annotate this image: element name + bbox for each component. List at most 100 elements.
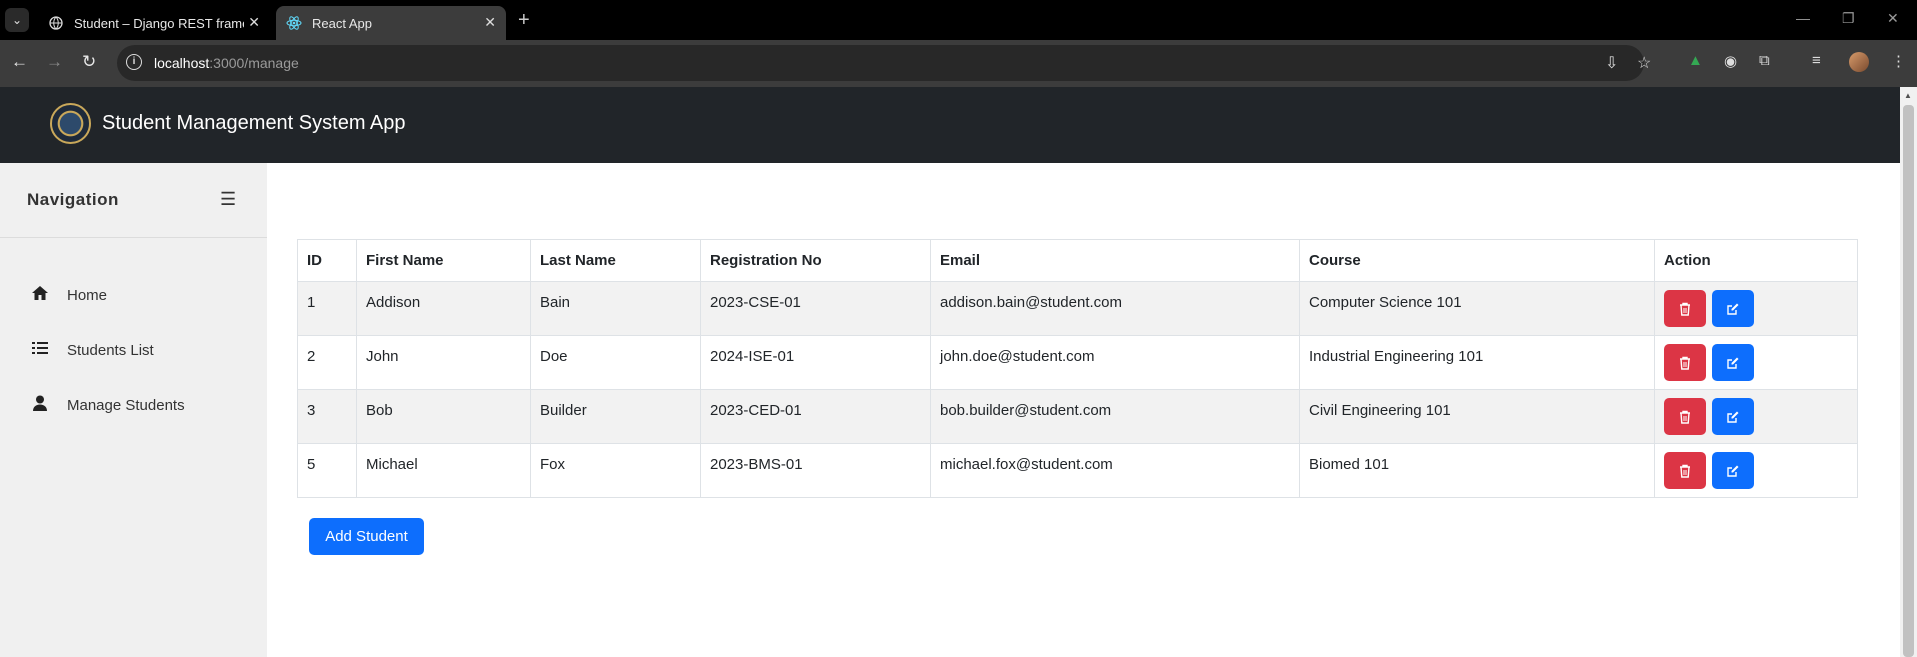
delete-button[interactable] [1664,398,1706,435]
react-icon [286,15,302,31]
edit-icon [1727,465,1739,477]
list-icon [30,341,50,359]
delete-button[interactable] [1664,452,1706,489]
cell-registration: 2023-BMS-01 [700,443,931,498]
students-table: ID First Name Last Name Registration No … [297,239,1858,498]
edit-icon [1727,411,1739,423]
sidebar-item-manage-students[interactable]: Manage Students [30,393,185,417]
cell-registration: 2023-CED-01 [700,389,931,444]
cell-action [1654,389,1858,444]
delete-button[interactable] [1664,344,1706,381]
app-title: Student Management System App [102,112,406,134]
cell-last-name: Fox [530,443,701,498]
edit-button[interactable] [1712,344,1754,381]
table-header-row: ID First Name Last Name Registration No … [297,239,1858,282]
cell-email: john.doe@student.com [930,335,1300,390]
edit-button[interactable] [1712,452,1754,489]
url-host: localhost [154,55,210,71]
url-text[interactable]: localhost:3000/manage [154,55,299,71]
sidebar-item-label: Students List [67,341,154,359]
tab-title: Student – Django REST framew [74,15,244,31]
tab-django[interactable]: Student – Django REST framew ✕ [38,6,270,40]
column-header-course: Course [1299,239,1655,282]
tab-react-app[interactable]: React App ✕ [276,6,506,40]
minimize-icon[interactable]: — [1796,10,1810,26]
sidebar-item-label: Home [67,286,108,304]
tab-title: React App [312,15,372,31]
url-path: :3000/manage [209,55,299,71]
table-row: 3 Bob Builder 2023-CED-01 bob.builder@st… [297,389,1858,444]
close-window-icon[interactable]: ✕ [1887,10,1899,27]
site-info-icon[interactable]: i [126,54,142,70]
browser-tab-bar: ⌄ Student – Django REST framew ✕ React A… [0,0,1917,40]
cell-course: Computer Science 101 [1299,281,1655,336]
page-scrollbar[interactable]: ▲ [1900,87,1917,657]
forward-icon[interactable]: → [46,52,63,72]
close-tab-icon[interactable]: ✕ [248,14,260,31]
cell-registration: 2023-CSE-01 [700,281,931,336]
trash-icon [1680,465,1690,478]
cell-action [1654,281,1858,336]
new-tab-icon[interactable]: + [518,9,530,32]
hamburger-menu-icon[interactable]: ☰ [220,189,236,210]
cell-id: 1 [297,281,357,336]
browser-menu-icon[interactable]: ⋮ [1891,52,1906,70]
drive-extension-icon[interactable]: ▲ [1688,52,1703,69]
cell-course: Biomed 101 [1299,443,1655,498]
edit-icon [1727,357,1739,369]
bookmark-star-icon[interactable]: ☆ [1637,53,1651,73]
cell-first-name: Michael [356,443,531,498]
university-logo [50,103,91,144]
globe-icon [48,15,64,31]
cell-last-name: Builder [530,389,701,444]
install-app-icon[interactable]: ⇩ [1605,53,1618,73]
table-row: 1 Addison Bain 2023-CSE-01 addison.bain@… [297,281,1858,336]
sidebar: Navigation ☰ Home Students List Manage S… [0,163,267,657]
sidebar-item-label: Manage Students [67,396,185,414]
column-header-email: Email [930,239,1300,282]
sidebar-item-home[interactable]: Home [30,283,107,307]
app-header: Student Management System App [0,87,1900,163]
sidebar-divider [0,237,267,238]
media-control-icon[interactable]: ≡ [1812,52,1821,69]
edit-button[interactable] [1712,398,1754,435]
user-icon [30,395,50,415]
circle-extension-icon[interactable]: ◉ [1724,52,1737,70]
cell-id: 2 [297,335,357,390]
restore-icon[interactable]: ❐ [1842,10,1855,27]
trash-icon [1680,411,1690,424]
table-row: 5 Michael Fox 2023-BMS-01 michael.fox@st… [297,443,1858,498]
edit-button[interactable] [1712,290,1754,327]
cell-first-name: John [356,335,531,390]
column-header-registration: Registration No [700,239,931,282]
cell-id: 5 [297,443,357,498]
back-icon[interactable]: ← [11,52,28,72]
column-header-last-name: Last Name [530,239,701,282]
profile-avatar[interactable] [1849,52,1869,72]
delete-button[interactable] [1664,290,1706,327]
extensions-puzzle-icon[interactable]: ⧉ [1759,52,1770,69]
cell-last-name: Bain [530,281,701,336]
cell-registration: 2024-ISE-01 [700,335,931,390]
scrollbar-thumb[interactable] [1903,105,1914,657]
scroll-up-arrow-icon[interactable]: ▲ [1904,91,1912,100]
cell-email: bob.builder@student.com [930,389,1300,444]
cell-id: 3 [297,389,357,444]
reload-icon[interactable]: ↻ [82,52,96,72]
trash-icon [1680,357,1690,370]
address-bar[interactable]: i localhost:3000/manage ⇩ ☆ [117,45,1651,81]
add-student-button[interactable]: Add Student [309,518,424,555]
tab-search-button[interactable]: ⌄ [5,8,29,32]
cell-first-name: Addison [356,281,531,336]
cell-email: addison.bain@student.com [930,281,1300,336]
cell-first-name: Bob [356,389,531,444]
cell-course: Civil Engineering 101 [1299,389,1655,444]
sidebar-item-students-list[interactable]: Students List [30,338,154,362]
browser-toolbar: ← → ↻ i localhost:3000/manage ⇩ ☆ [0,40,1917,87]
cell-action [1654,443,1858,498]
home-icon [30,285,50,305]
column-header-first-name: First Name [356,239,531,282]
close-tab-icon[interactable]: ✕ [484,14,496,31]
table-row: 2 John Doe 2024-ISE-01 john.doe@student.… [297,335,1858,390]
cell-last-name: Doe [530,335,701,390]
